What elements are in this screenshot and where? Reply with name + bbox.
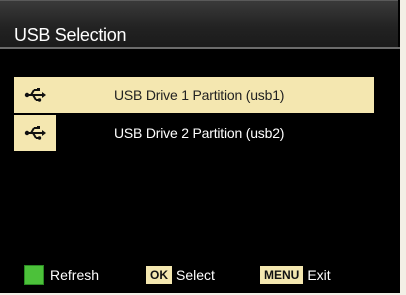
refresh-label: Refresh	[50, 267, 100, 283]
select-hint[interactable]: OK Select	[146, 264, 215, 286]
usb-selection-dialog: USB Selection USB Drive 1 Partition (usb…	[0, 0, 400, 293]
refresh-hint[interactable]: Refresh	[24, 264, 99, 286]
usb-icon	[14, 77, 56, 113]
page-title: USB Selection	[14, 25, 127, 45]
select-label: Select	[176, 267, 215, 283]
title-bar: USB Selection	[0, 0, 398, 49]
exit-hint[interactable]: MENU Exit	[260, 264, 331, 286]
ok-key-badge: OK	[146, 266, 172, 284]
exit-label: Exit	[307, 267, 331, 283]
usb-drive-list: USB Drive 1 Partition (usb1) USB Drive 2…	[14, 77, 374, 153]
footer-hints: Refresh OK Select MENU Exit	[0, 256, 400, 293]
list-item-usb2[interactable]: USB Drive 2 Partition (usb2)	[14, 115, 374, 151]
list-item-label: USB Drive 1 Partition (usb1)	[114, 87, 285, 103]
green-key-icon	[24, 265, 44, 285]
list-item-label: USB Drive 2 Partition (usb2)	[114, 125, 285, 141]
menu-key-badge: MENU	[260, 266, 304, 284]
usb-icon	[14, 115, 56, 151]
list-item-usb1[interactable]: USB Drive 1 Partition (usb1)	[14, 77, 374, 113]
title-divider	[0, 47, 400, 49]
